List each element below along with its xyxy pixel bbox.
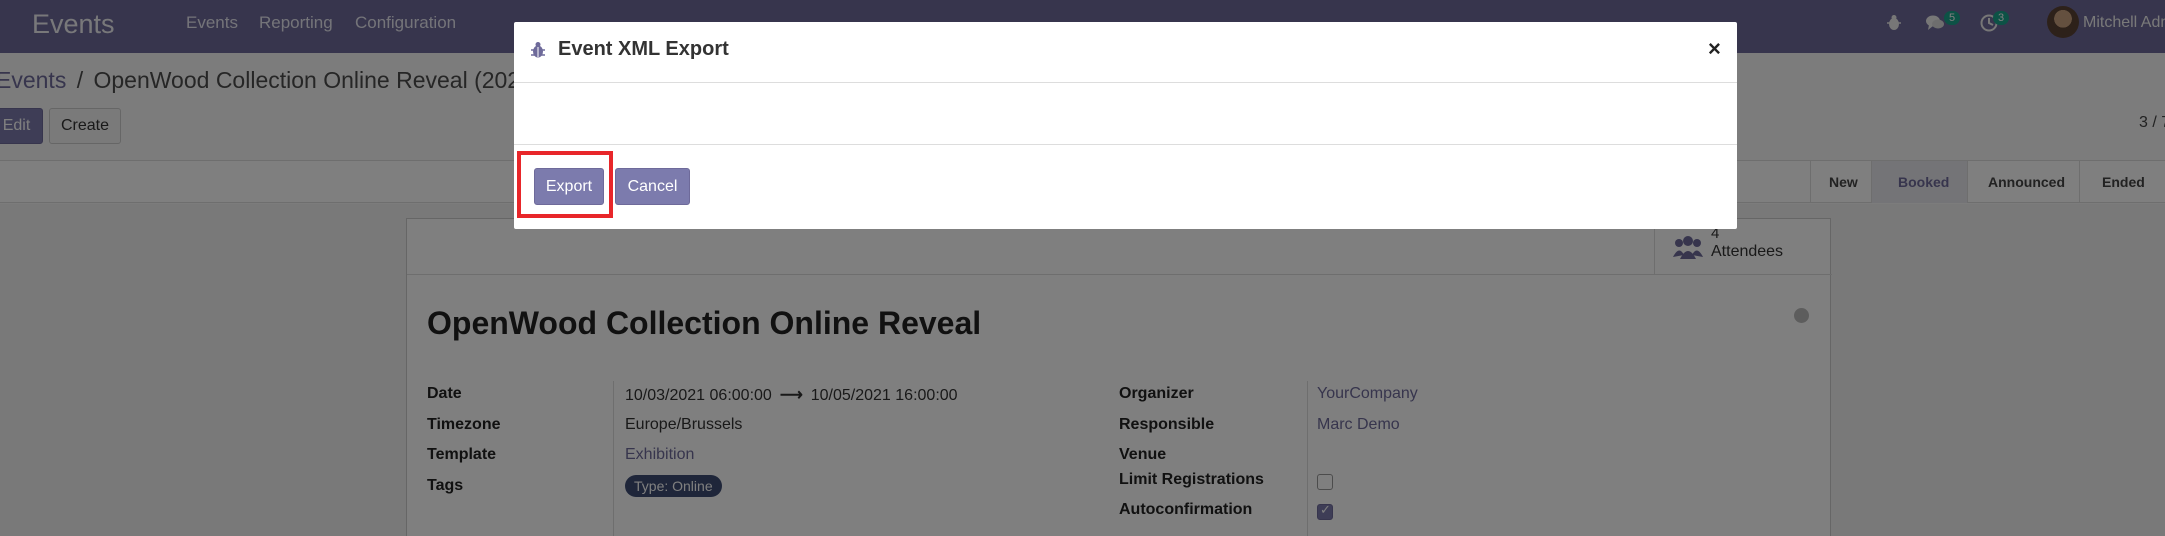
- close-icon[interactable]: ×: [1708, 36, 1721, 62]
- dialog-body: [514, 83, 1737, 145]
- dialog-title: Event XML Export: [558, 38, 729, 60]
- dialog-header: Event XML Export ×: [514, 22, 1737, 83]
- cancel-button[interactable]: Cancel: [615, 168, 690, 205]
- export-dialog: Event XML Export × Export Cancel: [514, 22, 1737, 229]
- export-button[interactable]: Export: [534, 168, 604, 205]
- dialog-footer: Export Cancel: [514, 145, 1737, 229]
- bug-icon: [531, 42, 545, 58]
